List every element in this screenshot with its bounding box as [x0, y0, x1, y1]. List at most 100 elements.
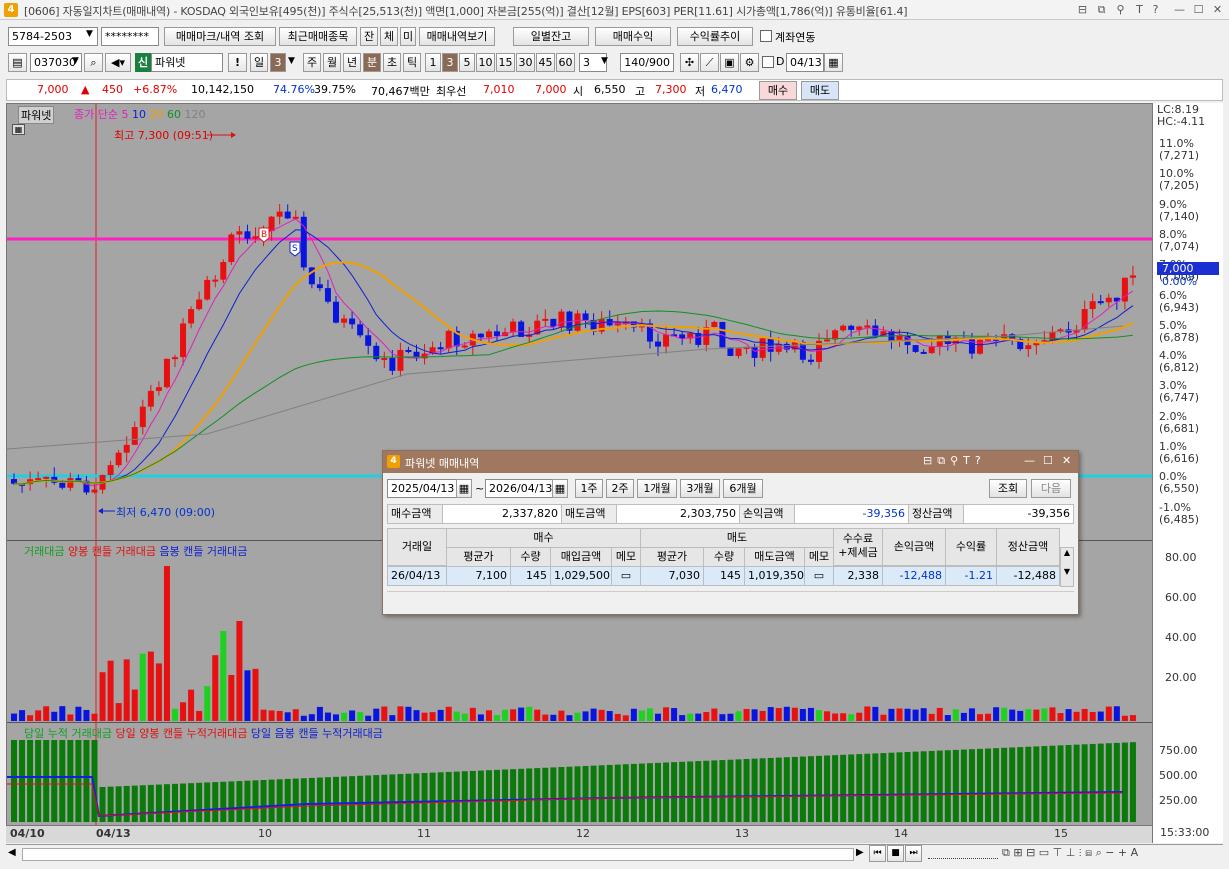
memo-icon[interactable]: ▭ [611, 566, 641, 586]
trade-mark-query-button[interactable]: 매매마크/내역 조회 [164, 27, 276, 46]
interval-30-button[interactable]: 30 [516, 53, 535, 72]
interval-5-button[interactable]: 5 [459, 53, 475, 72]
maximize-icon[interactable]: ☐ [1191, 2, 1206, 17]
volume-bar [671, 708, 678, 721]
return-trend-button[interactable]: 수익률추이 [677, 27, 753, 46]
chevron-down-icon[interactable]: ▼ [288, 56, 295, 66]
scroll-right-icon[interactable]: ▶ [856, 847, 864, 858]
calendar-icon[interactable]: ▦ [824, 53, 843, 72]
table-row[interactable]: 26/04/13 7,100 145 1,029,500 ▭ 7,030 145… [387, 566, 1060, 586]
settings-icon[interactable]: ⚙ [740, 53, 759, 72]
zoom-slider[interactable] [928, 847, 998, 859]
cumulative-bar [735, 759, 742, 822]
cumulative-bar [421, 773, 428, 822]
speaker-icon[interactable]: ◀▾ [105, 53, 131, 72]
popup-close-icon[interactable]: ✕ [1062, 454, 1071, 467]
period-year-button[interactable]: 년 [343, 53, 361, 72]
volume-bar [115, 703, 122, 721]
volume-bar [1065, 709, 1072, 721]
period-1w-button[interactable]: 1주 [575, 479, 603, 498]
daily-balance-button[interactable]: 일별잔고 [513, 27, 589, 46]
recent-stocks-button[interactable]: 최근매매종목 [279, 27, 357, 46]
linked-checkbox[interactable] [760, 30, 772, 42]
date-to-field[interactable]: 2026/04/13 [485, 479, 553, 498]
trade-history-button[interactable]: 매매내역보기 [419, 27, 495, 46]
period-day-button[interactable]: 일 [250, 53, 268, 72]
query-button[interactable]: 조회 [989, 479, 1027, 498]
candle-body [188, 309, 195, 324]
sell-button[interactable]: 매도 [801, 81, 839, 100]
bottom-scroll-bar[interactable]: ◀ ▶ ⏮ ■ ⏭ ⧉ ⊞ ⊟ ▭ ⊤ ⊥ ⫶ ⧈ ⌕ − + A [6, 844, 1223, 864]
restore-copy-icon[interactable]: ⧉ [1094, 2, 1109, 17]
period-2w-button[interactable]: 2주 [606, 479, 634, 498]
low-arrowhead [98, 508, 103, 514]
popup-minimize-icon[interactable]: — [1024, 454, 1035, 467]
popup-maximize-icon[interactable]: ☐ [1043, 454, 1053, 467]
save-icon[interactable]: ▣ [720, 53, 739, 72]
next-button[interactable]: 다음 [1031, 479, 1071, 498]
period-number-field[interactable]: 3 [270, 53, 286, 72]
grid-toggle-icon[interactable]: ▦ [12, 124, 25, 135]
pin-icon[interactable]: ⚲ [1113, 2, 1128, 17]
font-icon[interactable]: T [1132, 2, 1147, 17]
search-icon[interactable]: ⌕ [84, 53, 103, 72]
bar-count-field[interactable]: 140/900 [620, 53, 674, 72]
minimize-icon[interactable]: — [1172, 2, 1187, 17]
executed-button[interactable]: 체 [380, 27, 398, 46]
crosshair-icon[interactable]: ✣ [680, 53, 699, 72]
candle-body [131, 427, 138, 445]
period-1m-button[interactable]: 1개월 [637, 479, 677, 498]
candle-body [928, 346, 935, 354]
stop-icon[interactable]: ■ [887, 845, 904, 862]
interval-3-button[interactable]: 3 [442, 53, 458, 72]
interval-15-button[interactable]: 15 [496, 53, 515, 72]
calendar-icon[interactable]: ▦ [552, 479, 568, 498]
period-3m-button[interactable]: 3개월 [680, 479, 720, 498]
table-scrollbar[interactable]: ▲ ▼ [1060, 547, 1074, 587]
help-icon[interactable]: ? [1148, 2, 1163, 17]
calendar-icon[interactable]: ▦ [456, 479, 472, 498]
password-field[interactable]: ******** [101, 27, 159, 46]
date-field[interactable]: 04/13 [786, 53, 824, 72]
interval-1-button[interactable]: 1 [425, 53, 441, 72]
cumulative-bar [502, 769, 509, 822]
period-tick-button[interactable]: 틱 [403, 53, 421, 72]
rewind-icon[interactable]: ⏮ [869, 845, 886, 862]
unexecuted-button[interactable]: 미 [400, 27, 416, 46]
period-second-button[interactable]: 초 [383, 53, 401, 72]
toolbar-icons[interactable]: ⧉ ⊞ ⊟ ▭ ⊤ ⊥ ⫶ ⧈ ⌕ − + A [1002, 846, 1138, 860]
draw-line-icon[interactable]: ⟋ [700, 53, 719, 72]
snap-icon[interactable]: ⊟ [1075, 2, 1090, 17]
account-select[interactable]: 5784-2503 [8, 27, 98, 46]
period-month-button[interactable]: 월 [323, 53, 341, 72]
interval-60-button[interactable]: 60 [556, 53, 575, 72]
scroll-left-icon[interactable]: ◀ [8, 847, 16, 858]
volume-bar [204, 686, 211, 721]
interval-10-button[interactable]: 10 [476, 53, 495, 72]
candle-body [751, 346, 758, 358]
trade-profit-button[interactable]: 매매수익 [595, 27, 671, 46]
scroll-track[interactable] [22, 848, 854, 861]
stock-name-field[interactable]: 파워넷 [151, 53, 223, 72]
fast-forward-icon[interactable]: ⏭ [905, 845, 922, 862]
period-minute-button[interactable]: 분 [363, 53, 381, 72]
date-checkbox[interactable] [762, 56, 774, 68]
row-sell-amount: 1,019,350 [744, 566, 805, 586]
close-icon[interactable]: ✕ [1210, 2, 1225, 17]
cumulative-bar [614, 764, 621, 822]
buy-button[interactable]: 매수 [759, 81, 797, 100]
popup-tool-icons[interactable]: ⊟⧉⚲T? [923, 454, 986, 468]
period-week-button[interactable]: 주 [303, 53, 321, 72]
warning-button[interactable]: ! [228, 53, 247, 72]
interval-45-button[interactable]: 45 [536, 53, 555, 72]
date-from-field[interactable]: 2025/04/13 [387, 479, 457, 498]
balance-button[interactable]: 잔 [360, 27, 378, 46]
cumulative-bar [1017, 747, 1024, 822]
layout-icon[interactable]: ▤ [8, 53, 27, 72]
popup-footer [387, 591, 1074, 611]
chevron-down-icon[interactable]: ▼ [72, 56, 79, 66]
chevron-down-icon[interactable]: ▼ [86, 29, 93, 39]
memo-icon[interactable]: ▭ [804, 566, 834, 586]
chevron-down-icon[interactable]: ▼ [601, 56, 608, 66]
period-6m-button[interactable]: 6개월 [723, 479, 763, 498]
